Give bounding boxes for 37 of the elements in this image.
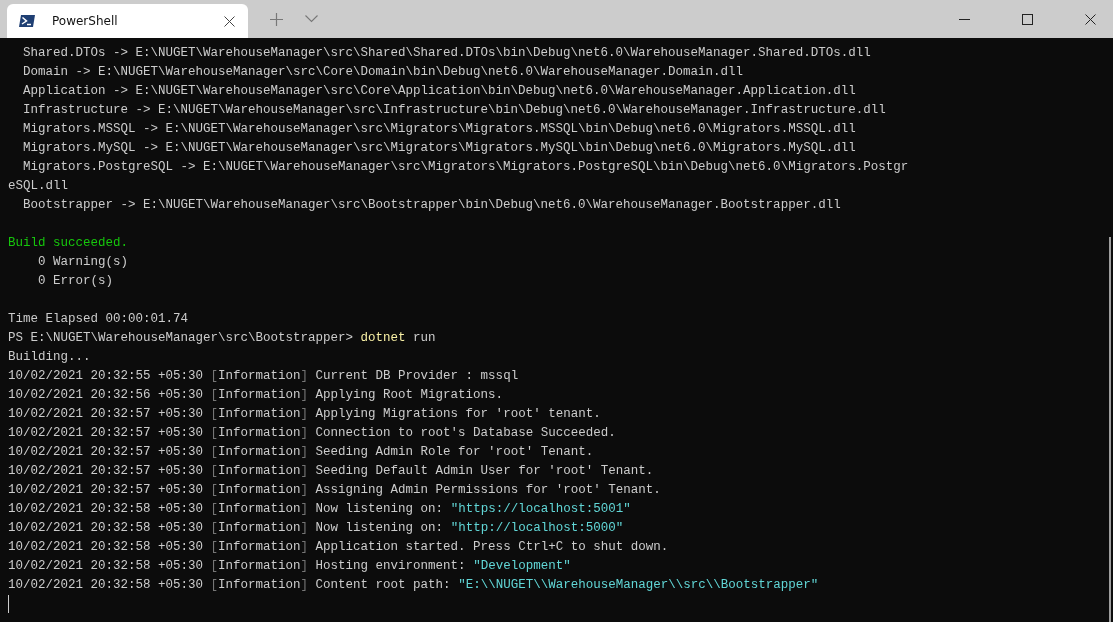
maximize-icon[interactable] [1022,13,1033,25]
terminal-line: 10/02/2021 20:32:57 +05:30 [Information] Assigning Admin Permissions for 'root' Tenant. [8,482,661,499]
terminal-line: Migrators.PostgreSQL -> E:\NUGET\WarehouseManager\src\Migrators\Migrators.PostgreSQL\bin\Debug\net6.0\Migrators.Postgr [22,159,909,176]
terminal-line: Migrators.MySQL -> E:\NUGET\WarehouseManager\src\Migrators\Migrators.MySQL\bin\Debug\net6.0\Migrators.MySQL.dll [22,140,856,157]
terminal-line: 0 Error(s) [37,273,114,290]
terminal-line: Time Elapsed 00:00:01.74 [8,311,189,328]
terminal-line: 10/02/2021 20:32:58 +05:30 [Information] Now listening on: "https://localhost:5001" [8,501,631,518]
terminal-line: Bootstrapper -> E:\NUGET\WarehouseManager\src\Bootstrapper\bin\Debug\net6.0\WarehouseManager.Bootstrapper.dll [22,197,841,214]
scrollbar[interactable] [1109,237,1111,622]
terminal-line: Build succeeded. [8,235,129,252]
terminal-line: 10/02/2021 20:32:56 +05:30 [Information] Applying Root Migrations. [8,387,504,404]
dropdown-caret-icon[interactable] [305,15,318,23]
close-tab-icon[interactable] [224,15,235,27]
terminal-line: 10/02/2021 20:32:58 +05:30 [Information] Content root path: "E:\\NUGET\\WarehouseManager\\src\\Bootstrapper" [8,577,819,594]
new-tab-icon[interactable] [270,12,283,26]
text-cursor [8,595,9,613]
terminal-line: 10/02/2021 20:32:55 +05:30 [Information] Current DB Provider : mssql [8,368,519,385]
terminal-line: Application -> E:\NUGET\WarehouseManager\src\Core\Application\bin\Debug\net6.0\WarehouseManager.Application.dll [22,83,856,100]
terminal-line: 10/02/2021 20:32:57 +05:30 [Information] Applying Migrations for 'root' tenant. [8,406,601,423]
terminal-line: Infrastructure -> E:\NUGET\WarehouseManager\src\Infrastructure\bin\Debug\net6.0\WarehouseManager.Infrastructure.dll [22,102,886,119]
terminal-line: Domain -> E:\NUGET\WarehouseManager\src\Core\Domain\bin\Debug\net6.0\WarehouseManager.Domain.dll [22,64,744,81]
close-icon[interactable] [1085,13,1096,25]
powershell-icon [19,14,35,28]
terminal-line: PS E:\NUGET\WarehouseManager\src\Bootstrapper> dotnet run [8,330,436,347]
terminal-line: 0 Warning(s) [37,254,129,271]
terminal-line: Building... [8,349,91,366]
terminal-tab[interactable]: PowerShell [7,4,248,38]
terminal-line: 10/02/2021 20:32:58 +05:30 [Information] Now listening on: "http://localhost:5000" [8,520,624,537]
terminal-line: 10/02/2021 20:32:58 +05:30 [Information] Hosting environment: "Development" [8,558,571,575]
terminal-line: 10/02/2021 20:32:58 +05:30 [Information] Application started. Press Ctrl+C to shut down. [8,539,669,556]
terminal-line: Migrators.MSSQL -> E:\NUGET\WarehouseManager\src\Migrators\Migrators.MSSQL\bin\Debug\net6.0\Migrators.MSSQL.dll [22,121,856,138]
terminal-line: Shared.DTOs -> E:\NUGET\WarehouseManager\src\Shared\Shared.DTOs\bin\Debug\net6.0\WarehouseManager.Shared.DTOs.dll [22,45,871,62]
terminal-line: 10/02/2021 20:32:57 +05:30 [Information] Seeding Default Admin User for 'root' Tenant. [8,463,654,480]
terminal-line: eSQL.dll [8,178,68,195]
terminal-line: 10/02/2021 20:32:57 +05:30 [Information] Seeding Admin Role for 'root' Tenant. [8,444,594,461]
minimize-icon[interactable] [959,18,970,20]
terminal-line: 10/02/2021 20:32:57 +05:30 [Information] Connection to root's Database Succeeded. [8,425,616,442]
